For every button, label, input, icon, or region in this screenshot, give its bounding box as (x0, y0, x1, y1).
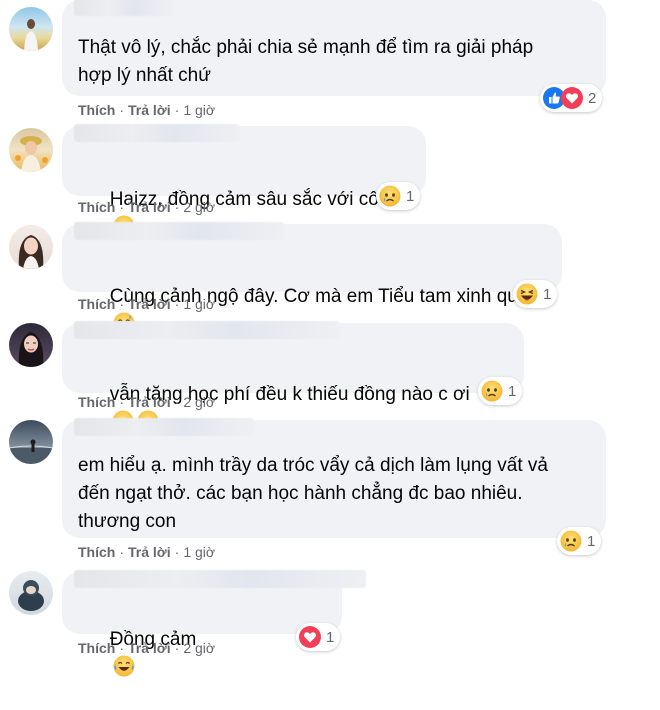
reply-button[interactable]: Trả lời (128, 199, 171, 215)
reaction-count: 1 (326, 628, 335, 646)
comment-text: em hiểu ạ. mình trầy da tróc vẩy cả dịch… (78, 455, 548, 532)
avatar[interactable] (9, 225, 53, 269)
timestamp[interactable]: 2 giờ (183, 394, 215, 410)
blurred-author-name[interactable] (74, 321, 340, 339)
reaction-summary[interactable]: 1 (376, 182, 421, 210)
comment-actions: Thích · Trả lời · 1 giờ (78, 296, 216, 312)
blurred-author-name[interactable] (74, 124, 240, 142)
comment-bubble: Cùng cảnh ngộ đây. Cơ mà em Tiểu tam xin… (62, 222, 562, 292)
reaction-count: 1 (587, 532, 596, 550)
avatar-photo-icon (18, 235, 44, 269)
comment-actions: Thích · Trả lời · 2 giờ (78, 640, 216, 656)
avatar[interactable] (9, 420, 53, 464)
comment-bubble: Đồng cảm (62, 570, 366, 634)
comment-bubble: Haizz, đồng cảm sâu sắc với cô Lê (62, 124, 426, 196)
avatar-photo-icon (18, 580, 44, 611)
timestamp[interactable]: 1 giờ (183, 544, 215, 560)
comment-bubble: Thật vô lý, chắc phải chia sẻ mạnh để tì… (62, 0, 606, 96)
comment-actions: Thích · Trả lời · 2 giờ (78, 199, 216, 215)
avatar[interactable] (9, 128, 53, 172)
blurred-author-name[interactable] (74, 0, 174, 16)
reaction-count: 1 (543, 285, 552, 303)
avatar[interactable] (9, 571, 53, 615)
avatar-photo-icon (9, 439, 53, 464)
comment-text: Thật vô lý, chắc phải chia sẻ mạnh để tì… (78, 37, 534, 86)
reaction-summary[interactable]: 2 (540, 84, 603, 112)
reaction-count: 1 (508, 382, 517, 400)
timestamp[interactable]: 2 giờ (183, 640, 215, 656)
timestamp[interactable]: 2 giờ (183, 199, 215, 215)
like-button[interactable]: Thích (78, 544, 115, 560)
blurred-author-name[interactable] (74, 418, 254, 436)
comment-actions: Thích · Trả lời · 2 giờ (78, 394, 216, 410)
timestamp[interactable]: 1 giờ (183, 102, 215, 118)
sad-icon (481, 380, 503, 402)
reaction-count: 2 (588, 89, 597, 107)
like-button[interactable]: Thích (78, 296, 115, 312)
avatar-photo-icon (18, 332, 44, 367)
blurred-author-name[interactable] (74, 222, 284, 240)
comment-bubble: em hiểu ạ. mình trầy da tróc vẩy cả dịch… (62, 418, 606, 538)
avatar-photo-icon (24, 19, 38, 51)
sad-icon (560, 530, 582, 552)
like-button[interactable]: Thích (78, 199, 115, 215)
reaction-count: 1 (406, 187, 415, 205)
like-button[interactable]: Thích (78, 640, 115, 656)
avatar[interactable] (9, 7, 53, 51)
reply-button[interactable]: Trả lời (128, 394, 171, 410)
comment-actions: Thích · Trả lời · 1 giờ (78, 544, 216, 560)
reaction-summary[interactable]: 1 (557, 527, 602, 555)
reply-button[interactable]: Trả lời (128, 102, 171, 118)
like-button[interactable]: Thích (78, 394, 115, 410)
love-icon (561, 87, 583, 109)
reaction-summary[interactable]: 1 (513, 280, 558, 308)
reply-button[interactable]: Trả lời (128, 544, 171, 560)
avatar[interactable] (9, 323, 53, 367)
like-button[interactable]: Thích (78, 102, 115, 118)
reaction-summary[interactable]: 1 (478, 377, 523, 405)
tears-of-joy-face-icon (113, 655, 135, 677)
love-icon (299, 626, 321, 648)
haha-icon (516, 283, 538, 305)
reply-button[interactable]: Trả lời (128, 640, 171, 656)
timestamp[interactable]: 1 giờ (183, 296, 215, 312)
comment-actions: Thích · Trả lời · 1 giờ (78, 102, 216, 118)
reply-button[interactable]: Trả lời (128, 296, 171, 312)
blurred-author-name[interactable] (74, 570, 366, 588)
comment-bubble: vẫn tăng học phí đều k thiếu đồng nào c … (62, 321, 524, 393)
reaction-summary[interactable]: 1 (296, 623, 341, 651)
sad-icon (379, 185, 401, 207)
avatar-photo-icon (15, 136, 48, 172)
